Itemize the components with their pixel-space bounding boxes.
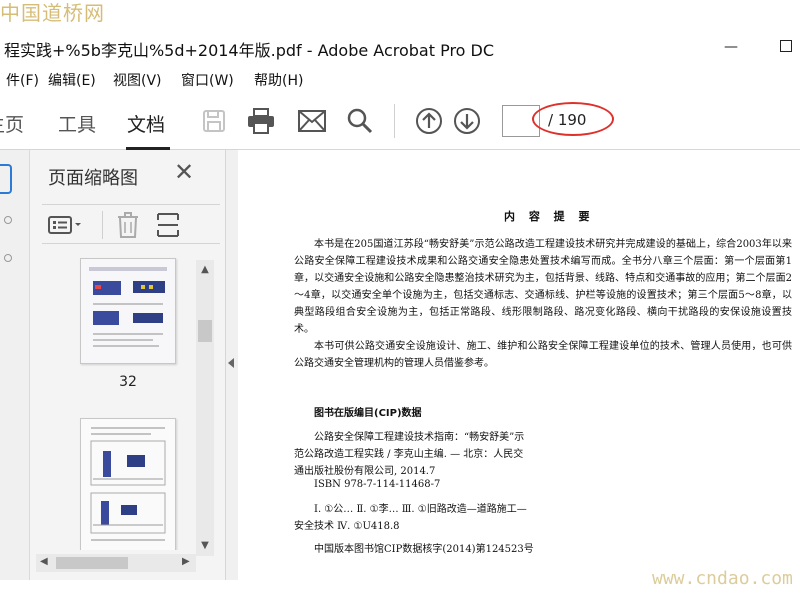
cip-line: 范公路改造工程实践 / 李克山主编. — 北京：人民交 [294, 449, 524, 460]
page-thumbnail[interactable] [80, 418, 176, 550]
cip-line: 通出版社股份有限公司, 2014.7 [294, 466, 436, 477]
document-view: 内 容 提 要 本书是在205国道江苏段“畅安舒美”示范公路改造工程建设技术研究… [238, 150, 800, 580]
navigation-strip [0, 150, 30, 580]
scroll-left-icon[interactable]: ◀ [40, 556, 48, 567]
thumbnail-page-number: 32 [119, 374, 137, 390]
window-title: 程实践+%5b李克山%5d+2014年版.pdf - Adobe Acrobat… [4, 41, 495, 60]
minimize-button[interactable]: — [724, 40, 738, 54]
scroll-down-icon[interactable]: ▼ [198, 540, 212, 552]
tab-document[interactable]: 文档 [127, 110, 165, 137]
thumbnail-horizontal-scrollbar[interactable]: ◀ ▶ [36, 554, 196, 572]
menu-view[interactable]: 视图(V) [113, 70, 162, 90]
annotation-highlight-oval [532, 102, 614, 136]
cip-line: 中国版本图书馆CIP数据核字(2014)第124523号 [314, 544, 534, 555]
watermark-bottom: www.cndao.com [652, 568, 793, 589]
toolbar-separator [394, 104, 395, 138]
cip-line: ISBN 978-7-114-11468-7 [314, 479, 441, 490]
panel-collapse-bar[interactable] [225, 150, 238, 580]
thumbnail-list: 32 [30, 250, 218, 550]
cip-line: 安全技术 Ⅳ. ①U418.8 [294, 521, 400, 532]
scroll-right-icon[interactable]: ▶ [182, 556, 190, 567]
menu-edit[interactable]: 编辑(E) [48, 70, 96, 90]
toolbar: 主页 工具 文档 / 190 [0, 92, 800, 150]
doc-heading: 内 容 提 要 [504, 210, 595, 223]
watermark-top: 中国道桥网 [0, 1, 105, 25]
scroll-up-icon[interactable]: ▲ [198, 264, 212, 276]
delete-page-icon[interactable] [116, 212, 140, 238]
extract-page-icon[interactable] [156, 212, 180, 238]
maximize-button[interactable] [780, 40, 792, 52]
tools-separator [102, 211, 103, 239]
page-up-icon[interactable] [413, 105, 445, 137]
menu-file[interactable]: 件(F) [6, 70, 39, 90]
page-thumbnail[interactable] [80, 258, 176, 364]
cip-title: 图书在版编目(CIP)数据 [314, 408, 422, 419]
page-thumbnails-tab-icon[interactable] [0, 164, 12, 194]
panel-toolbar [42, 204, 220, 244]
thumbnail-options-icon[interactable] [48, 212, 84, 238]
doc-paragraph: 本书可供公路交通安全设施设计、施工、维护和公路安全保障工程建设单位的技术、管理人… [294, 341, 792, 369]
menu-bar: 件(F) 编辑(E) 视图(V) 窗口(W) 帮助(H) [0, 64, 800, 92]
cip-line: Ⅰ. ①公… Ⅱ. ①李… Ⅲ. ①旧路改造—道路施工— [314, 504, 527, 515]
close-icon[interactable]: ✕ [174, 160, 194, 184]
bookmark-tab-icon[interactable] [4, 216, 12, 224]
tab-tools[interactable]: 工具 [58, 110, 96, 137]
tab-home[interactable]: 主页 [0, 110, 24, 137]
print-icon[interactable] [245, 105, 277, 137]
save-icon[interactable] [198, 105, 230, 137]
attachment-tab-icon[interactable] [4, 254, 12, 262]
collapse-left-icon[interactable] [228, 358, 234, 368]
title-bar: 程实践+%5b李克山%5d+2014年版.pdf - Adobe Acrobat… [0, 30, 800, 64]
scrollbar-thumb[interactable] [56, 557, 128, 569]
scrollbar-thumb[interactable] [198, 320, 212, 342]
doc-paragraph: 本书是在205国道江苏段“畅安舒美”示范公路改造工程建设技术研究并完成建设的基础… [294, 239, 792, 335]
cip-line: 公路安全保障工程建设技术指南：“畅安舒美”示 [314, 432, 525, 443]
thumbnail-vertical-scrollbar[interactable]: ▲ ▼ [196, 260, 214, 556]
email-icon[interactable] [296, 105, 328, 137]
menu-help[interactable]: 帮助(H) [254, 70, 303, 90]
page-down-icon[interactable] [451, 105, 483, 137]
page-thumbnails-panel: 页面缩略图 ✕ 32 ▲ ▼ ◀ ▶ [30, 150, 238, 580]
panel-title: 页面缩略图 [48, 168, 138, 189]
search-icon[interactable] [344, 105, 376, 137]
menu-window[interactable]: 窗口(W) [181, 70, 234, 90]
